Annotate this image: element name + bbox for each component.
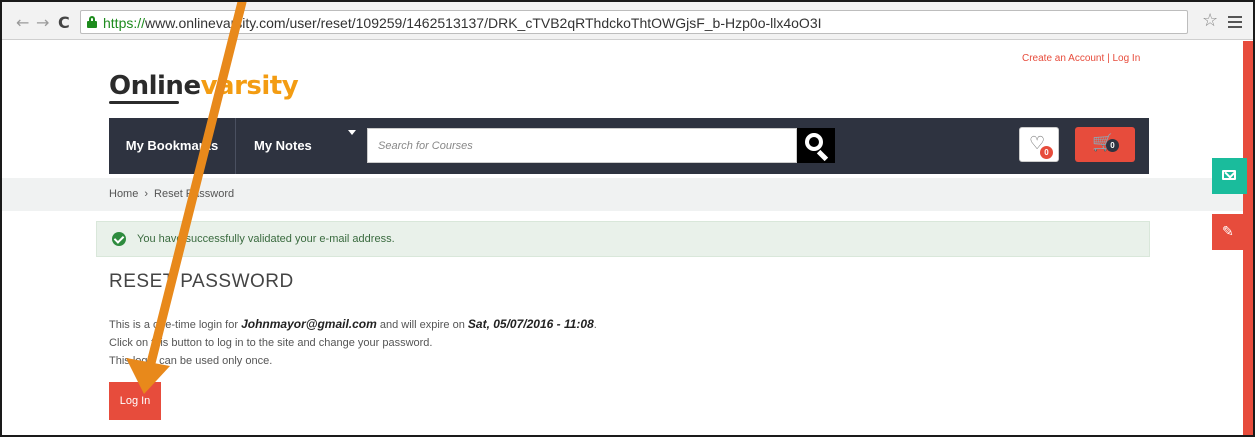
description-line-1: This is a one-time login for Johnmayor@g… (109, 317, 597, 331)
browser-toolbar: ← → C https://www.onlinevarsity.com/user… (2, 2, 1253, 40)
page-title: RESET PASSWORD (109, 271, 294, 292)
star-icon[interactable]: ☆ (1202, 10, 1218, 31)
account-links: Create an Account | Log In (1022, 53, 1140, 64)
cart-button[interactable]: 🛒 0 (1075, 127, 1135, 162)
reload-icon[interactable]: C (58, 13, 70, 32)
wishlist-count-badge: 0 (1040, 146, 1053, 159)
success-alert: You have successfully validated your e-m… (96, 221, 1150, 257)
create-account-link[interactable]: Create an Account (1022, 53, 1104, 64)
address-bar[interactable]: https://www.onlinevarsity.com/user/reset… (80, 10, 1188, 34)
link-separator: | (1107, 53, 1110, 64)
breadcrumb-bar: Home › Reset Password (2, 178, 1243, 211)
wishlist-button[interactable]: ♡ 0 (1019, 127, 1059, 162)
caret-down-icon (348, 130, 356, 135)
login-button[interactable]: Log In (109, 382, 161, 420)
search-input[interactable] (367, 128, 797, 163)
search-button[interactable] (797, 128, 835, 163)
feedback-edit-button[interactable]: ✎ (1212, 214, 1247, 250)
alert-message: You have successfully validated your e-m… (137, 233, 395, 245)
breadcrumb: Home › Reset Password (109, 188, 234, 200)
back-arrow-icon[interactable]: ← (16, 13, 29, 32)
breadcrumb-home[interactable]: Home (109, 188, 138, 200)
nav-my-bookmarks[interactable]: My Bookmarks (109, 118, 236, 174)
nav-my-notes[interactable]: My Notes (254, 118, 364, 174)
expiry-date: Sat, 05/07/2016 - 11:08 (467, 317, 594, 331)
edit-icon: ✎ (1222, 224, 1234, 240)
check-circle-icon (112, 232, 126, 246)
url-text[interactable]: https://www.onlinevarsity.com/user/reset… (103, 15, 822, 31)
description-line-2: Click on this button to log in to the si… (109, 337, 433, 349)
header-login-link[interactable]: Log In (1112, 53, 1140, 64)
reset-description: This is a one-time login for Johnmayor@g… (109, 315, 597, 370)
contact-mail-button[interactable] (1212, 158, 1247, 194)
envelope-icon (1222, 170, 1236, 180)
breadcrumb-separator: › (144, 188, 149, 200)
logo-part-online: Online (109, 71, 201, 101)
page-content: Create an Account | Log In Onlinevarsity… (2, 41, 1253, 435)
logo-underline (109, 101, 179, 104)
logo-part-varsity: varsity (200, 71, 299, 101)
main-navbar: My Bookmarks My Notes ♡ 0 🛒 0 (109, 118, 1149, 174)
forward-arrow-icon[interactable]: → (36, 13, 49, 32)
cart-count-badge: 0 (1106, 139, 1119, 152)
url-path: www.onlinevarsity.com/user/reset/109259/… (145, 15, 822, 31)
search-icon (805, 133, 823, 151)
hamburger-menu-icon[interactable] (1228, 16, 1242, 28)
site-logo[interactable]: Onlinevarsity (109, 71, 299, 104)
browser-window: ← → C https://www.onlinevarsity.com/user… (0, 0, 1255, 437)
url-scheme: https:// (103, 15, 146, 31)
breadcrumb-current: Reset Password (154, 188, 235, 200)
description-line-3: This login can be used only once. (109, 355, 273, 367)
user-email: Johnmayor@gmail.com (241, 317, 377, 331)
lock-icon (87, 16, 97, 28)
